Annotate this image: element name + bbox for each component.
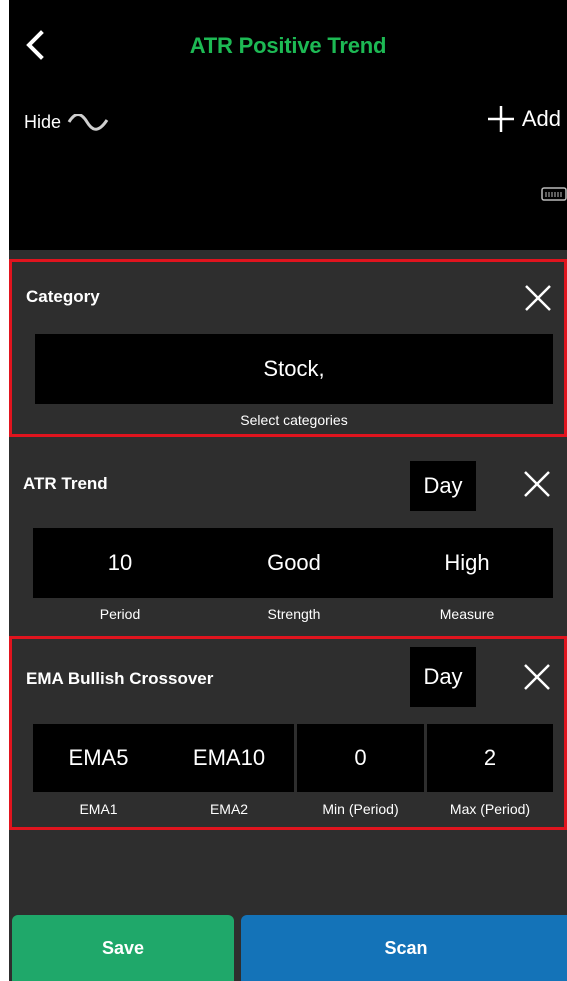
atr-measure-field[interactable]: High [381,528,553,598]
ema-section: EMA Bullish Crossover Day EMA5 EMA10 0 2… [9,636,567,830]
wave-icon [67,113,109,131]
category-hint: Select categories [240,412,348,428]
min-period-field[interactable]: 0 [297,724,424,792]
add-button[interactable]: Add [486,104,561,134]
atr-strength-field[interactable]: Good [207,528,381,598]
hide-toggle[interactable]: Hide [24,112,109,133]
max-period-label: Max (Period) [449,801,531,817]
page-title: ATR Positive Trend [189,33,387,58]
save-button[interactable]: Save [12,915,234,981]
ema2-label: EMA2 [209,801,249,817]
category-select[interactable]: Stock, [35,334,553,404]
min-period-label: Min (Period) [322,801,399,817]
ema-title: EMA Bullish Crossover [26,669,214,688]
scan-button[interactable]: Scan [241,915,567,981]
category-section: Category Stock, Select categories [9,259,567,437]
screen: ATR Positive Trend Hide Add Category Sto… [9,0,567,981]
atr-trend-title: ATR Trend [23,474,108,493]
atr-period-field[interactable]: 10 [33,528,207,598]
close-icon[interactable] [521,661,553,693]
ema2-field[interactable]: EMA10 [164,724,294,792]
atr-period-label: Period [99,606,141,622]
atr-trend-section: ATR Trend Day 10 Good High Period Streng… [9,448,567,628]
atr-strength-label: Strength [267,606,321,622]
atr-measure-label: Measure [439,606,495,622]
hide-label: Hide [24,112,62,132]
plus-icon [487,106,514,132]
add-label: Add [521,106,561,131]
ema1-label: EMA1 [79,801,118,817]
close-icon[interactable] [522,282,554,314]
max-period-field[interactable]: 2 [427,724,553,792]
edit-note-icon[interactable] [541,186,567,220]
close-icon[interactable] [521,468,553,500]
ema1-field[interactable]: EMA5 [33,724,164,792]
category-title: Category [26,287,100,306]
ema-timeframe-select[interactable]: Day [410,647,476,707]
atr-timeframe-select[interactable]: Day [410,461,476,511]
